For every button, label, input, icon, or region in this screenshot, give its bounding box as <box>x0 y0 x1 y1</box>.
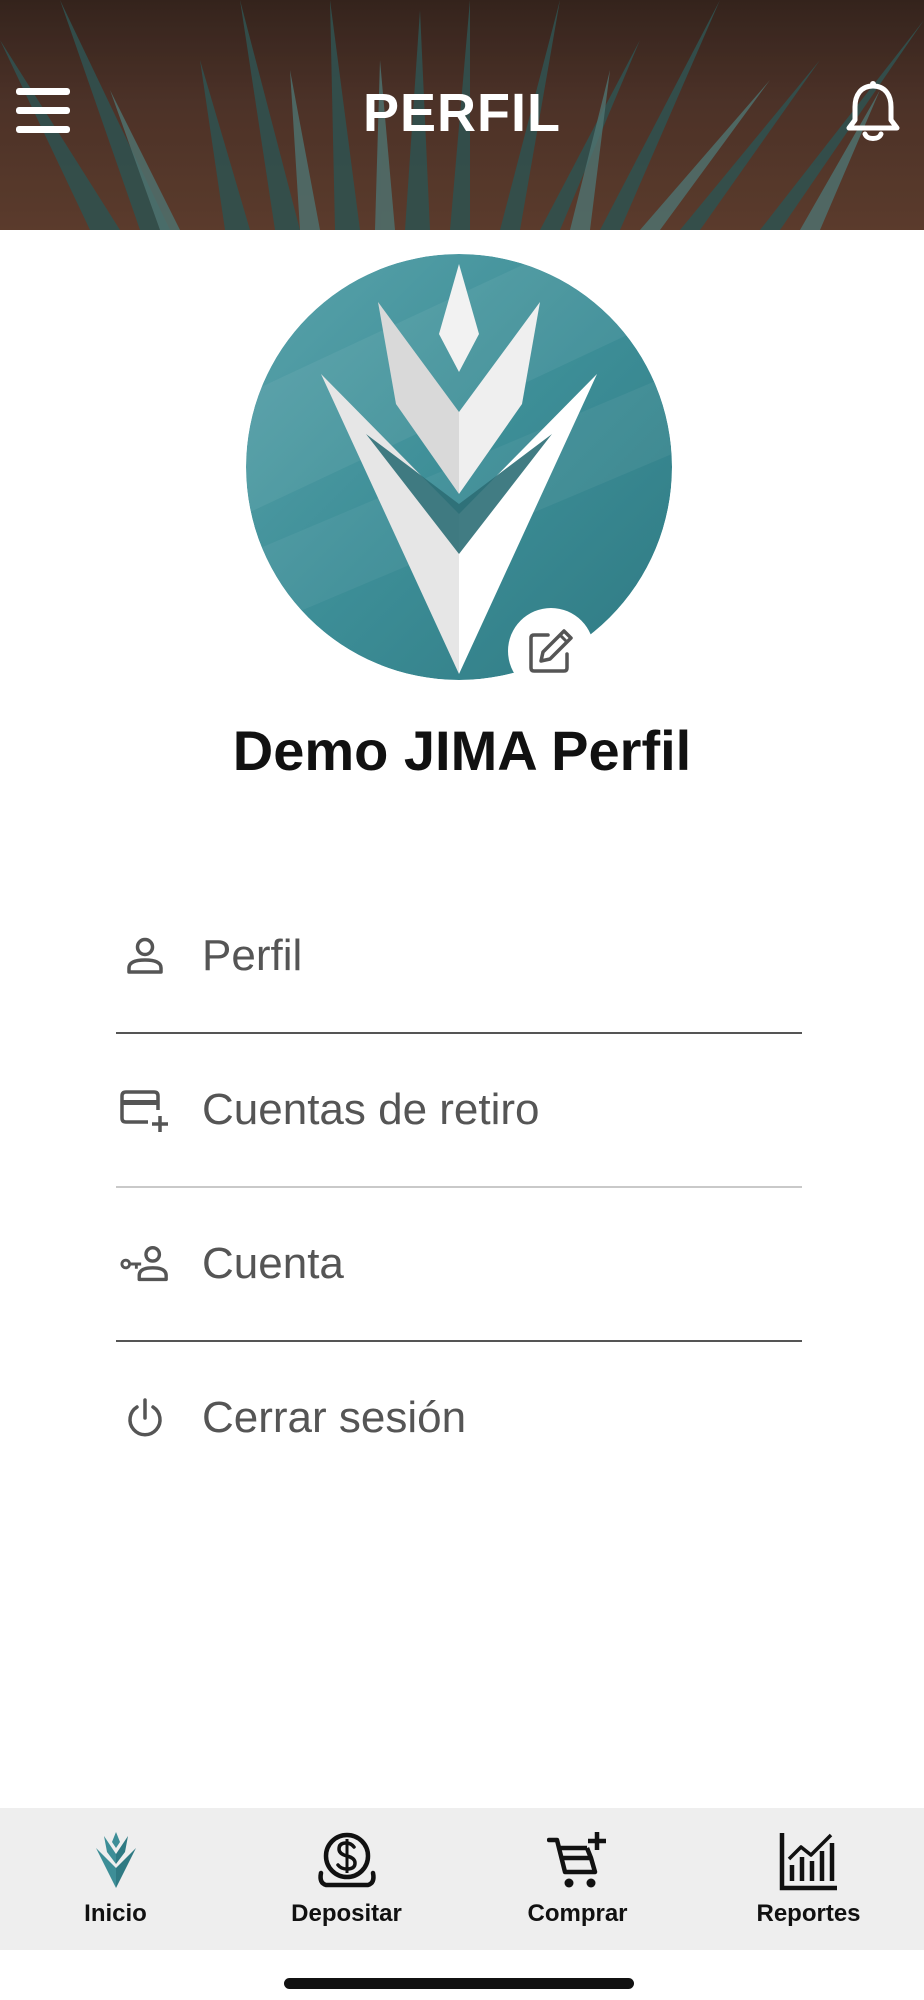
agave-logo-avatar <box>246 254 672 680</box>
cart-plus-icon <box>543 1830 613 1892</box>
profile-avatar-container <box>246 254 672 694</box>
app-header: PERFIL <box>0 0 924 230</box>
dollar-coin-icon <box>312 1830 382 1892</box>
menu-item-cerrar-sesion[interactable]: Cerrar sesión <box>116 1342 802 1494</box>
nav-item-inicio[interactable]: Inicio <box>0 1808 231 1950</box>
avatar[interactable] <box>246 254 672 680</box>
nav-label: Depositar <box>291 1900 402 1927</box>
profile-menu: Perfil Cuentas de retiro Cuenta Cerrar s… <box>116 880 802 1494</box>
edit-avatar-button[interactable] <box>508 608 594 694</box>
menu-item-label: Cuentas de retiro <box>202 1085 540 1134</box>
card-plus-icon <box>120 1085 170 1135</box>
profile-name: Demo JIMA Perfil <box>232 719 692 782</box>
home-indicator <box>284 1978 634 1989</box>
menu-item-label: Cuenta <box>202 1239 344 1288</box>
nav-label: Reportes <box>756 1900 861 1927</box>
nav-item-reportes[interactable]: Reportes <box>693 1808 924 1950</box>
menu-item-label: Cerrar sesión <box>202 1393 467 1442</box>
nav-item-comprar[interactable]: Comprar <box>462 1808 693 1950</box>
notification-bell-icon[interactable] <box>844 80 902 144</box>
bar-chart-icon <box>774 1830 844 1892</box>
agave-logo-icon <box>81 1830 151 1892</box>
key-person-icon <box>120 1239 170 1289</box>
menu-item-cuenta[interactable]: Cuenta <box>116 1188 802 1340</box>
edit-pencil-icon <box>529 629 573 673</box>
power-icon <box>120 1393 170 1443</box>
menu-item-label: Perfil <box>202 931 303 980</box>
menu-item-perfil[interactable]: Perfil <box>116 880 802 1032</box>
person-icon <box>120 931 170 981</box>
nav-label: Inicio <box>84 1900 147 1927</box>
page-title: PERFIL <box>362 83 561 143</box>
bottom-navigation: Inicio Depositar Comprar Reportes <box>0 1808 924 1950</box>
menu-item-cuentas-de-retiro[interactable]: Cuentas de retiro <box>116 1034 802 1186</box>
nav-item-depositar[interactable]: Depositar <box>231 1808 462 1950</box>
nav-label: Comprar <box>527 1900 628 1927</box>
